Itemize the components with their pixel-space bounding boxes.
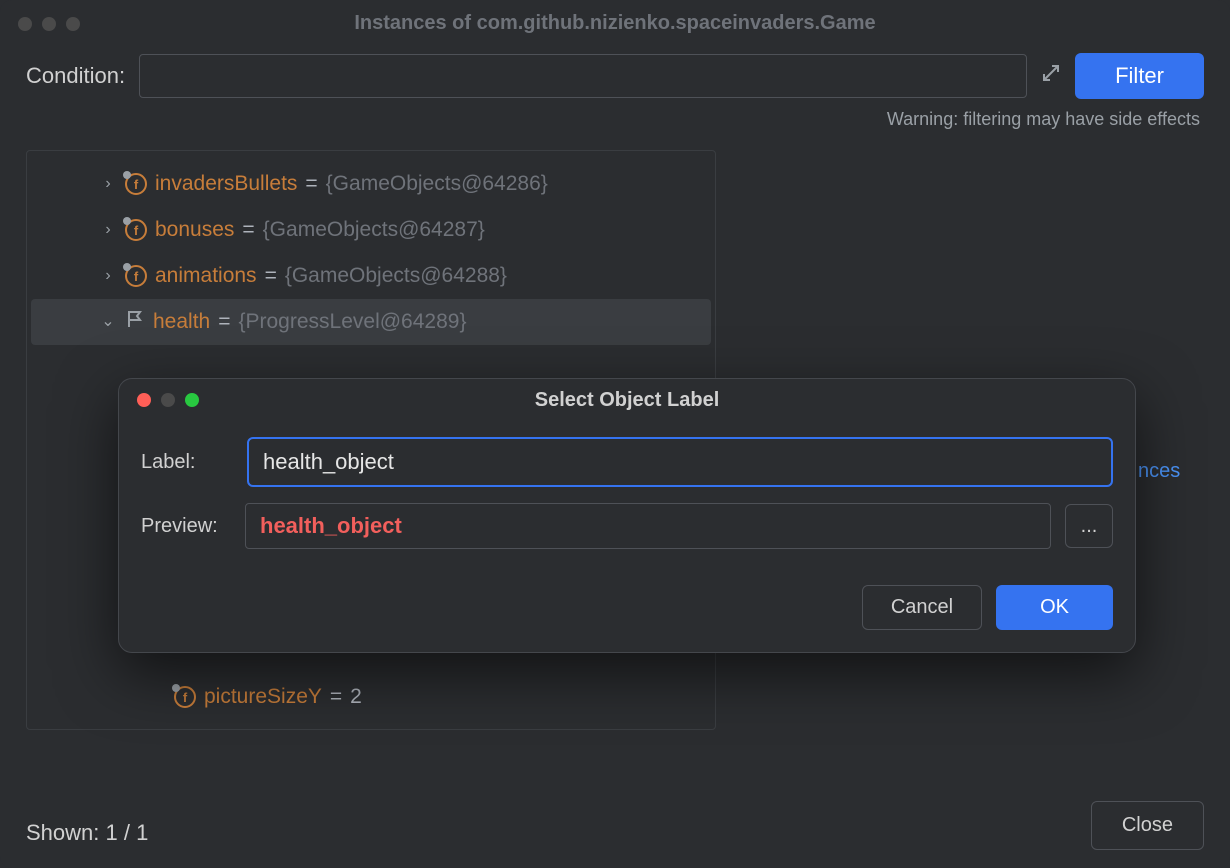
- flag-icon: [125, 309, 145, 335]
- field-name: health: [153, 310, 210, 334]
- condition-label: Condition:: [26, 63, 125, 89]
- label-input[interactable]: [247, 437, 1113, 487]
- close-button[interactable]: Close: [1091, 801, 1204, 850]
- label-row: Label:: [119, 421, 1135, 497]
- equals-sign: =: [242, 218, 254, 242]
- tree-row-invadersbullets[interactable]: › f invadersBullets = {GameObjects@64286…: [31, 161, 711, 207]
- cancel-button[interactable]: Cancel: [862, 585, 982, 630]
- tree-row-animations[interactable]: › f animations = {GameObjects@64288}: [31, 253, 711, 299]
- dialog-title: Select Object Label: [119, 389, 1135, 412]
- traffic-max-icon[interactable]: [185, 393, 199, 407]
- field-name: invadersBullets: [155, 172, 297, 196]
- expand-icon[interactable]: [1041, 63, 1061, 89]
- instances-window: Instances of com.github.nizienko.spacein…: [0, 0, 1230, 868]
- equals-sign: =: [330, 685, 342, 709]
- chevron-right-icon[interactable]: ›: [99, 267, 117, 285]
- chevron-right-icon[interactable]: ›: [99, 221, 117, 239]
- traffic-min-icon[interactable]: [42, 17, 56, 31]
- filter-button[interactable]: Filter: [1075, 53, 1204, 99]
- traffic-min-icon[interactable]: [161, 393, 175, 407]
- field-badge-icon: f: [125, 265, 147, 287]
- tree-row-health[interactable]: ⌄ health = {ProgressLevel@64289}: [31, 299, 711, 345]
- field-value: {GameObjects@64288}: [285, 264, 507, 288]
- chevron-down-icon[interactable]: ⌄: [99, 311, 117, 331]
- chevron-right-icon[interactable]: ›: [99, 175, 117, 193]
- field-name: pictureSizeY: [204, 685, 322, 709]
- equals-sign: =: [265, 264, 277, 288]
- titlebar: Instances of com.github.nizienko.spacein…: [0, 0, 1230, 43]
- condition-row: Condition: Filter: [0, 43, 1230, 103]
- equals-sign: =: [218, 310, 230, 334]
- condition-input[interactable]: [139, 54, 1027, 98]
- label-label: Label:: [141, 451, 231, 474]
- field-badge-icon: f: [125, 173, 147, 195]
- window-title: Instances of com.github.nizienko.spacein…: [16, 12, 1214, 35]
- field-value: {ProgressLevel@64289}: [238, 310, 466, 334]
- field-badge-icon: f: [174, 686, 196, 708]
- field-value: {GameObjects@64286}: [326, 172, 548, 196]
- equals-sign: =: [305, 172, 317, 196]
- filter-warning: Warning: filtering may have side effects: [0, 103, 1230, 144]
- references-link[interactable]: nces: [1138, 460, 1180, 483]
- field-badge-icon: f: [125, 219, 147, 241]
- shown-count: Shown: 1 / 1: [26, 820, 148, 846]
- preview-row: Preview: health_object ...: [119, 497, 1135, 559]
- dialog-buttons: Cancel OK: [119, 559, 1135, 630]
- preview-label: Preview:: [141, 515, 231, 538]
- traffic-close-icon[interactable]: [137, 393, 151, 407]
- preview-value: health_object: [245, 503, 1051, 549]
- field-name: bonuses: [155, 218, 234, 242]
- dialog-traffic-lights: [137, 393, 199, 407]
- more-button[interactable]: ...: [1065, 504, 1113, 548]
- field-value: {GameObjects@64287}: [263, 218, 485, 242]
- tree-row-bonuses[interactable]: › f bonuses = {GameObjects@64287}: [31, 207, 711, 253]
- tree-row-picturesizey[interactable]: f pictureSizeY = 2: [31, 675, 711, 719]
- select-object-label-dialog: Select Object Label Label: Preview: heal…: [118, 378, 1136, 653]
- traffic-close-icon[interactable]: [18, 17, 32, 31]
- field-value: 2: [350, 685, 362, 709]
- traffic-lights: [18, 17, 80, 31]
- ok-button[interactable]: OK: [996, 585, 1113, 630]
- traffic-max-icon[interactable]: [66, 17, 80, 31]
- dialog-titlebar: Select Object Label: [119, 379, 1135, 421]
- field-name: animations: [155, 264, 257, 288]
